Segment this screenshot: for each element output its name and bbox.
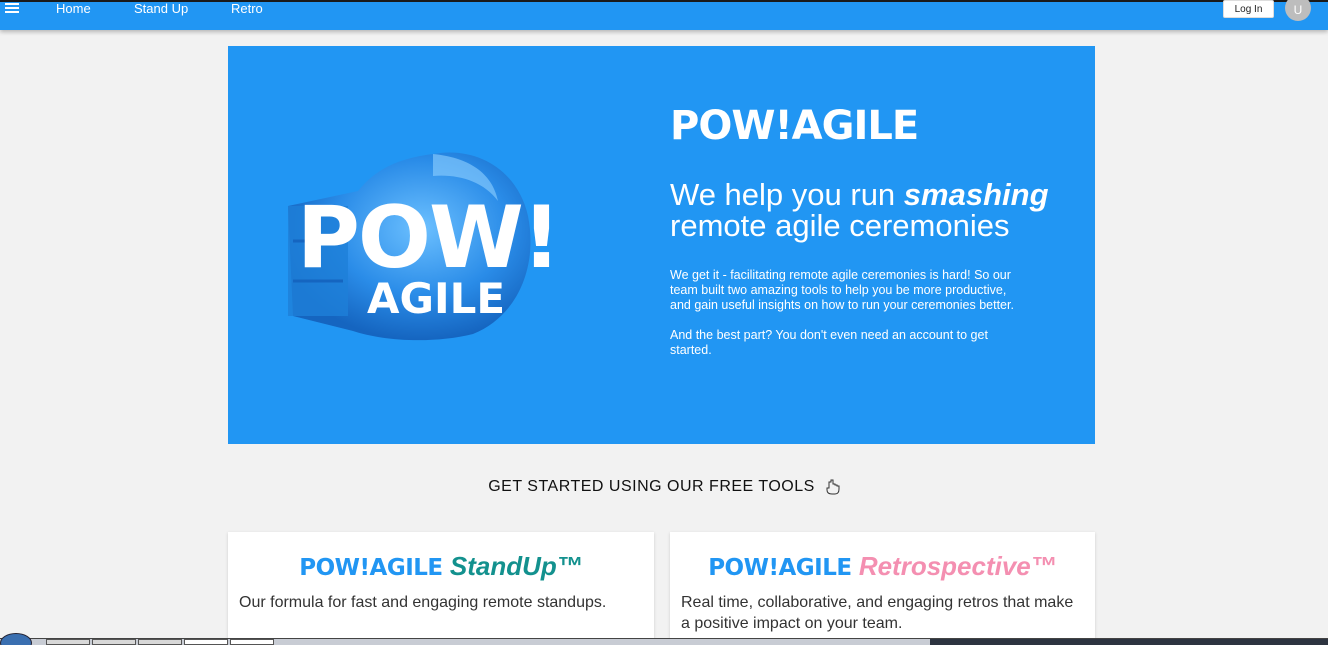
logo-pow-text: POW! [296, 188, 561, 288]
hamburger-menu-icon[interactable] [5, 3, 19, 15]
standup-card-description: Our formula for fast and engaging remote… [239, 594, 607, 611]
pow-agile-logo: POW! AGILE [278, 194, 578, 320]
standup-card-brand: POW!AGILE [299, 555, 443, 581]
nav-link-retro[interactable]: Retro [231, 2, 263, 16]
hero-banner: POW! AGILE POW!AGILE We help you run sma… [228, 46, 1095, 444]
standup-card-product: StandUp™ [449, 551, 583, 581]
taskbar-button[interactable] [184, 639, 228, 645]
retro-card-product: Retrospective™ [858, 551, 1057, 581]
standup-card-title: POW!AGILE StandUp™ [228, 550, 654, 584]
retro-card-title: POW!AGILE Retrospective™ [670, 550, 1095, 584]
pointing-down-icon [826, 479, 840, 495]
tools-heading: GET STARTED USING OUR FREE TOOLS [0, 478, 1328, 496]
tagline-emphasis: smashing [903, 177, 1049, 212]
tagline-post: remote agile ceremonies [670, 208, 1010, 243]
standup-card[interactable]: POW!AGILE StandUp™ Our formula for fast … [228, 532, 654, 645]
taskbar-button[interactable] [230, 639, 274, 645]
start-button-icon[interactable] [0, 633, 32, 645]
hero-tagline: We help you run smashing remote agile ce… [670, 179, 1049, 241]
nav-link-standup[interactable]: Stand Up [134, 2, 188, 16]
retro-card-brand: POW!AGILE [708, 555, 852, 581]
hero-paragraph-1: We get it - facilitating remote agile ce… [670, 268, 1014, 312]
taskbar-tray [930, 639, 1328, 645]
hero-paragraph-2: And the best part? You don't even need a… [670, 328, 988, 357]
tools-heading-text: GET STARTED USING OUR FREE TOOLS [488, 478, 815, 495]
retrospective-card[interactable]: POW!AGILE Retrospective™ Real time, coll… [670, 532, 1095, 645]
taskbar-button[interactable] [92, 639, 136, 645]
top-navbar: Home Stand Up Retro Log In U [0, 0, 1328, 30]
taskbar-button[interactable] [138, 639, 182, 645]
login-button[interactable]: Log In [1223, 0, 1274, 18]
tagline-pre: We help you run [670, 177, 904, 212]
retro-card-description: Real time, collaborative, and engaging r… [681, 594, 1074, 632]
user-avatar[interactable]: U [1285, 0, 1311, 21]
taskbar-button[interactable] [46, 639, 90, 645]
nav-link-home[interactable]: Home [56, 2, 91, 16]
brand-title: POW!AGILE [670, 103, 919, 149]
